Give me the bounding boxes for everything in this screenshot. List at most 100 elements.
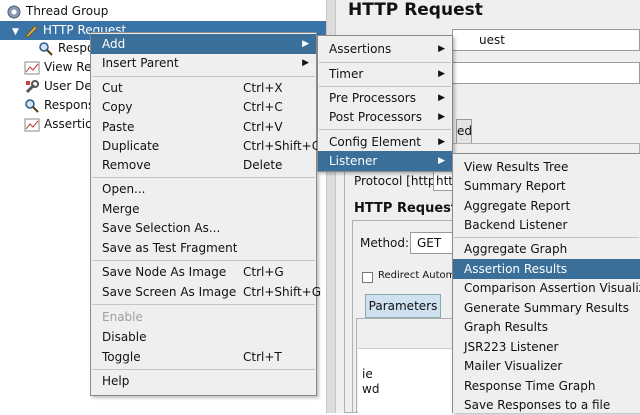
menu-item-jsr223-listener[interactable]: JSR223 Listener (453, 337, 640, 357)
menu-item-label: Save as Test Fragment (102, 241, 238, 255)
tree-item-response-assertion[interactable]: Respo (38, 39, 94, 58)
menu-item-pre-processors[interactable]: Pre Processors ▶ (318, 88, 452, 108)
tree-item-view-results[interactable]: View Res (24, 58, 98, 77)
menu-item-toggle[interactable]: Toggle Ctrl+T (91, 347, 316, 367)
menu-item-label: Generate Summary Results (464, 301, 629, 315)
submenu-arrow-icon: ▶ (438, 69, 445, 79)
menu-item-label: Save Screen As Image (102, 285, 237, 299)
menu-item-label: Paste (102, 120, 135, 134)
name-value: uest (479, 33, 505, 47)
submenu-arrow-icon: ▶ (302, 58, 309, 68)
menu-item-label: Insert Parent (102, 56, 179, 70)
menu-item-generate-summary-results[interactable]: Generate Summary Results (453, 298, 640, 318)
menu-item-label: Aggregate Report (464, 199, 571, 213)
redirect-checkbox[interactable] (362, 272, 373, 283)
menu-shortcut: Ctrl+X (243, 81, 283, 95)
table-row[interactable]: ie (362, 367, 373, 381)
tree-item-label: Respons (44, 98, 95, 112)
menu-item-label: Post Processors (329, 110, 422, 124)
tab-parameters-label: Parameters (368, 299, 438, 313)
menu-item-aggregate-graph[interactable]: Aggregate Graph (453, 239, 640, 259)
menu-shortcut: Ctrl+Shift+G (243, 285, 322, 299)
menu-item-summary-report[interactable]: Summary Report (453, 176, 640, 196)
protocol-label: Protocol [http]: (354, 174, 445, 188)
menu-item-timer[interactable]: Timer ▶ (318, 64, 452, 84)
menu-shortcut: Ctrl+G (243, 265, 284, 279)
protocol-field[interactable]: htt (433, 171, 453, 191)
menu-item-listener[interactable]: Listener ▶ (318, 151, 452, 171)
menu-item-insert-parent[interactable]: Insert Parent ▶ (91, 53, 316, 73)
menu-item-comparison-assertion-visualizer[interactable]: Comparison Assertion Visualizer (453, 278, 640, 298)
menu-item-label: Merge (102, 202, 140, 216)
menu-item-help[interactable]: Help (91, 371, 316, 391)
menu-item-add[interactable]: Add ▶ (91, 34, 316, 54)
menu-item-post-processors[interactable]: Post Processors ▶ (318, 107, 452, 127)
menu-separator (319, 86, 451, 87)
method-value: GET (417, 236, 442, 250)
menu-separator (319, 129, 451, 130)
expand-arrow-icon[interactable]: ▼ (12, 27, 19, 37)
menu-item-cut[interactable]: Cut Ctrl+X (91, 78, 316, 98)
menu-shortcut: Ctrl+Shift+C (243, 139, 321, 153)
menu-item-enable: Enable (91, 307, 316, 327)
tree-item-assertion[interactable]: Assertion (24, 115, 100, 134)
magnifier-icon (38, 41, 54, 57)
menu-item-label: Toggle (102, 350, 141, 364)
menu-item-label: View Results Tree (464, 160, 569, 174)
menu-item-label: Save Responses to a file (464, 398, 611, 412)
chart-icon (24, 60, 40, 76)
menu-item-response-time-graph[interactable]: Response Time Graph (453, 376, 640, 396)
menu-item-config-element[interactable]: Config Element ▶ (318, 132, 452, 152)
menu-item-label: Copy (102, 100, 133, 114)
tree-item-user-defined[interactable]: User Def (24, 77, 96, 96)
tab-parameters[interactable]: Parameters (365, 294, 441, 318)
magnifier-icon (24, 98, 40, 114)
menu-item-remove[interactable]: Remove Delete (91, 155, 316, 175)
section-title: HTTP Request (354, 201, 458, 216)
menu-item-paste[interactable]: Paste Ctrl+V (91, 117, 316, 137)
menu-item-label: Aggregate Graph (464, 242, 568, 256)
context-menu: Add ▶ Insert Parent ▶ Cut Ctrl+X Copy Ctrl+C… (90, 32, 321, 396)
menu-item-label: Enable (102, 310, 143, 324)
menu-item-view-results-tree[interactable]: View Results Tree (453, 157, 640, 177)
menu-item-aggregate-report[interactable]: Aggregate Report (453, 196, 640, 216)
menu-item-label: JSR223 Listener (464, 340, 559, 354)
tree-item-response[interactable]: Respons (24, 96, 94, 115)
menu-item-label: Add (102, 37, 126, 51)
tree-item-label: User Def (44, 79, 97, 93)
wrench-icon (24, 79, 40, 95)
menu-item-label: Save Selection As... (102, 221, 221, 235)
menu-separator (319, 62, 451, 63)
menu-item-label: Duplicate (102, 139, 160, 153)
table-row[interactable]: wd (362, 382, 379, 396)
menu-item-graph-results[interactable]: Graph Results (453, 317, 640, 337)
menu-item-label: Open... (102, 182, 146, 196)
redirect-label: Redirect Autom (378, 270, 456, 281)
page-title: HTTP Request (348, 0, 483, 20)
menu-separator (454, 237, 639, 238)
menu-item-merge[interactable]: Merge (91, 199, 316, 219)
name-field[interactable]: uest (452, 29, 640, 51)
method-select[interactable]: GET (410, 232, 454, 254)
tree-item-thread-group[interactable]: Thread Group (6, 2, 108, 21)
menu-item-label: Backend Listener (464, 218, 568, 232)
tab-advanced[interactable]: ed (456, 119, 472, 143)
menu-item-save-responses[interactable]: Save Responses to a file (453, 395, 640, 415)
menu-item-save-fragment[interactable]: Save as Test Fragment (91, 238, 316, 258)
menu-item-label: Assertions (329, 42, 392, 56)
menu-item-open[interactable]: Open... (91, 179, 316, 199)
menu-item-copy[interactable]: Copy Ctrl+C (91, 97, 316, 117)
menu-item-save-screen-image[interactable]: Save Screen As Image Ctrl+Shift+G (91, 282, 321, 302)
menu-item-save-selection[interactable]: Save Selection As... (91, 218, 316, 238)
menu-separator (92, 260, 315, 261)
menu-item-save-node-image[interactable]: Save Node As Image Ctrl+G (91, 262, 316, 282)
menu-item-assertion-results[interactable]: Assertion Results (453, 259, 640, 279)
menu-item-duplicate[interactable]: Duplicate Ctrl+Shift+C (91, 136, 320, 156)
menu-item-mailer-visualizer[interactable]: Mailer Visualizer (453, 356, 640, 376)
menu-item-label: Summary Report (464, 179, 566, 193)
menu-item-backend-listener[interactable]: Backend Listener (453, 215, 640, 235)
menu-item-disable[interactable]: Disable (91, 327, 316, 347)
menu-item-assertions[interactable]: Assertions ▶ (318, 39, 452, 59)
menu-shortcut: Ctrl+V (243, 120, 283, 134)
comments-field[interactable] (452, 62, 640, 84)
